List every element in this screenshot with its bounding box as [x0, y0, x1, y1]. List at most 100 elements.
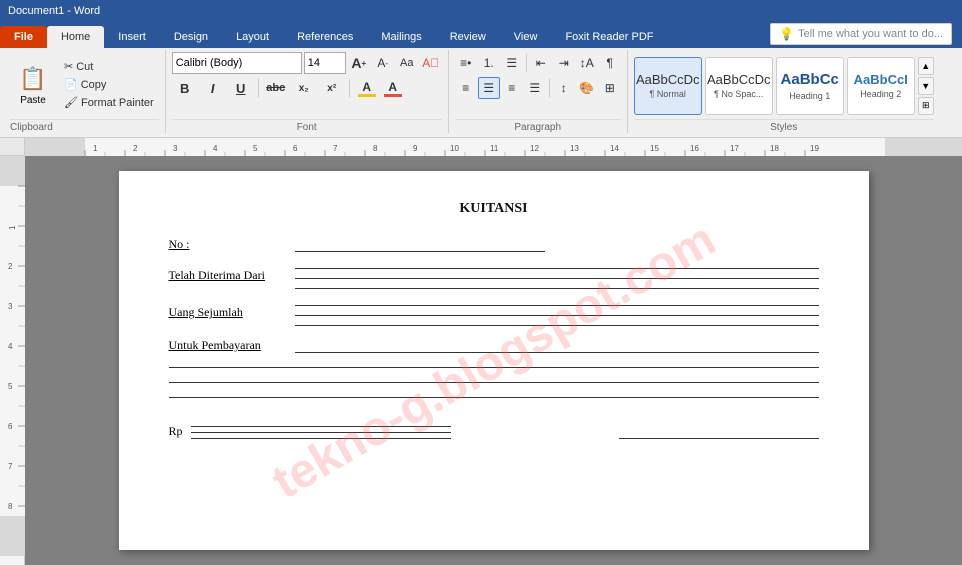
svg-text:3: 3 — [8, 302, 13, 311]
line-spacing-button[interactable]: ↕ — [553, 77, 575, 99]
align-left-button[interactable]: ≡ — [455, 77, 477, 99]
title-bar-text: Document1 - Word — [8, 5, 100, 17]
svg-text:9: 9 — [413, 144, 418, 153]
sort-button[interactable]: ↕A — [576, 52, 598, 74]
clear-format-button[interactable]: A⃨ — [420, 52, 442, 74]
tab-review[interactable]: Review — [436, 26, 500, 48]
underline-button[interactable]: U — [228, 77, 254, 99]
subscript-button[interactable]: x₂ — [291, 77, 317, 99]
clipboard-group: 📋 Paste ✂ Cut 📄 Copy 🖌 Format Pai — [4, 50, 166, 133]
strikethrough-button[interactable]: abc — [263, 77, 289, 99]
align-right-button[interactable]: ≡ — [501, 77, 523, 99]
style-heading1-label: Heading 1 — [789, 91, 830, 101]
show-formatting-button[interactable]: ¶ — [599, 52, 621, 74]
rp-line-2 — [191, 432, 451, 433]
shading-button[interactable]: 🎨 — [576, 77, 598, 99]
copy-label: Copy — [81, 79, 107, 91]
styles-section: AaBbCcDc ¶ Normal AaBbCcDc ¶ No Spac... … — [634, 52, 934, 119]
font-name-input[interactable] — [172, 52, 302, 74]
highlight-color-button[interactable]: A — [354, 77, 380, 99]
styles-group-label: Styles — [634, 119, 934, 133]
svg-text:1: 1 — [93, 144, 98, 153]
title-bar: Document1 - Word — [0, 0, 962, 22]
tell-me-bar[interactable]: 💡 Tell me what you want to do... — [770, 23, 952, 45]
decrease-indent-button[interactable]: ⇤ — [530, 52, 552, 74]
para-row2: ≡ ☰ ≡ ☰ ↕ 🎨 ⊞ — [455, 77, 621, 99]
paste-button[interactable]: 📋 Paste — [10, 52, 56, 117]
scissors-icon: ✂ — [64, 60, 73, 73]
svg-text:16: 16 — [690, 144, 699, 153]
borders-button[interactable]: ⊞ — [599, 77, 621, 99]
styles-scroll-down[interactable]: ▼ — [918, 77, 934, 95]
styles-more[interactable]: ⊞ — [918, 97, 934, 115]
svg-text:8: 8 — [373, 144, 378, 153]
lightbulb-icon: 💡 — [779, 27, 794, 41]
extra-lines-block — [169, 367, 819, 398]
format-painter-icon: 🖌 — [64, 96, 78, 109]
copy-button[interactable]: 📄 Copy — [59, 76, 159, 93]
style-heading2[interactable]: AaBbCcI Heading 2 — [847, 57, 915, 115]
style-heading1[interactable]: AaBbCc Heading 1 — [776, 57, 844, 115]
para-section: ≡• 1. ☰ ⇤ ⇥ ↕A ¶ ≡ ☰ ≡ ☰ ↕ 🎨 ⊞ — [455, 52, 621, 119]
document-area[interactable]: tekno-g.blogspot.com KUITANSI No : Telah… — [25, 156, 962, 565]
paragraph-group-label: Paragraph — [455, 119, 621, 133]
style-no-spacing[interactable]: AaBbCcDc ¶ No Spac... — [705, 57, 773, 115]
bold-button[interactable]: B — [172, 77, 198, 99]
field-uang-label: Uang Sejumlah — [169, 305, 289, 320]
style-heading1-preview: AaBbCc — [781, 71, 839, 89]
field-no-label: No : — [169, 237, 289, 252]
cut-button[interactable]: ✂ Cut — [59, 58, 159, 75]
style-normal[interactable]: AaBbCcDc ¶ Normal — [634, 57, 702, 115]
superscript-button[interactable]: x² — [319, 77, 345, 99]
ruler-corner[interactable] — [0, 138, 25, 156]
highlight-text-icon: A — [362, 80, 371, 94]
tab-insert[interactable]: Insert — [104, 26, 160, 48]
telah-line-3 — [295, 284, 819, 289]
font-color-underline — [384, 94, 402, 97]
svg-text:3: 3 — [173, 144, 178, 153]
ruler-svg: 1 2 3 4 5 6 7 8 9 10 — [25, 138, 962, 156]
tab-layout[interactable]: Layout — [222, 26, 283, 48]
svg-text:7: 7 — [333, 144, 338, 153]
document-page: tekno-g.blogspot.com KUITANSI No : Telah… — [119, 171, 869, 550]
tab-references[interactable]: References — [283, 26, 367, 48]
font-group-label: Font — [172, 119, 442, 133]
clipboard-group-label: Clipboard — [10, 119, 159, 133]
svg-text:7: 7 — [8, 462, 13, 471]
increase-indent-button[interactable]: ⇥ — [553, 52, 575, 74]
justify-button[interactable]: ☰ — [524, 77, 546, 99]
field-no: No : — [169, 237, 819, 252]
field-untuk-line — [295, 339, 819, 353]
svg-text:6: 6 — [293, 144, 298, 153]
style-heading2-label: Heading 2 — [860, 89, 901, 99]
tab-view[interactable]: View — [500, 26, 552, 48]
signature-line — [619, 438, 819, 439]
font-grow-button[interactable]: A+ — [348, 52, 370, 74]
svg-text:19: 19 — [810, 144, 819, 153]
tab-file[interactable]: File — [0, 26, 47, 48]
change-case-button[interactable]: Aa — [396, 52, 418, 74]
numbering-button[interactable]: 1. — [478, 52, 500, 74]
field-untuk: Untuk Pembayaran — [169, 338, 819, 353]
font-color-button[interactable]: A — [382, 77, 404, 99]
format-painter-button[interactable]: 🖌 Format Painter — [59, 94, 159, 111]
bottom-left: Rp — [169, 414, 599, 439]
tab-home[interactable]: Home — [47, 26, 104, 48]
italic-button[interactable]: I — [200, 77, 226, 99]
bullets-button[interactable]: ≡• — [455, 52, 477, 74]
field-untuk-label: Untuk Pembayaran — [169, 338, 289, 353]
uang-line-3 — [295, 321, 819, 326]
tab-mailings[interactable]: Mailings — [367, 26, 435, 48]
rp-line-1 — [191, 426, 451, 427]
svg-text:10: 10 — [450, 144, 459, 153]
tab-foxit[interactable]: Foxit Reader PDF — [551, 26, 667, 48]
font-group: A+ A- Aa A⃨ B I U abc x₂ x² A — [166, 50, 449, 133]
ruler: 1 2 3 4 5 6 7 8 9 10 — [25, 138, 962, 156]
align-center-button[interactable]: ☰ — [478, 77, 500, 99]
styles-scroll-up[interactable]: ▲ — [918, 57, 934, 75]
field-uang-lines — [295, 301, 819, 326]
multilevel-button[interactable]: ☰ — [501, 52, 523, 74]
font-size-input[interactable] — [304, 52, 346, 74]
tab-design[interactable]: Design — [160, 26, 222, 48]
font-shrink-button[interactable]: A- — [372, 52, 394, 74]
